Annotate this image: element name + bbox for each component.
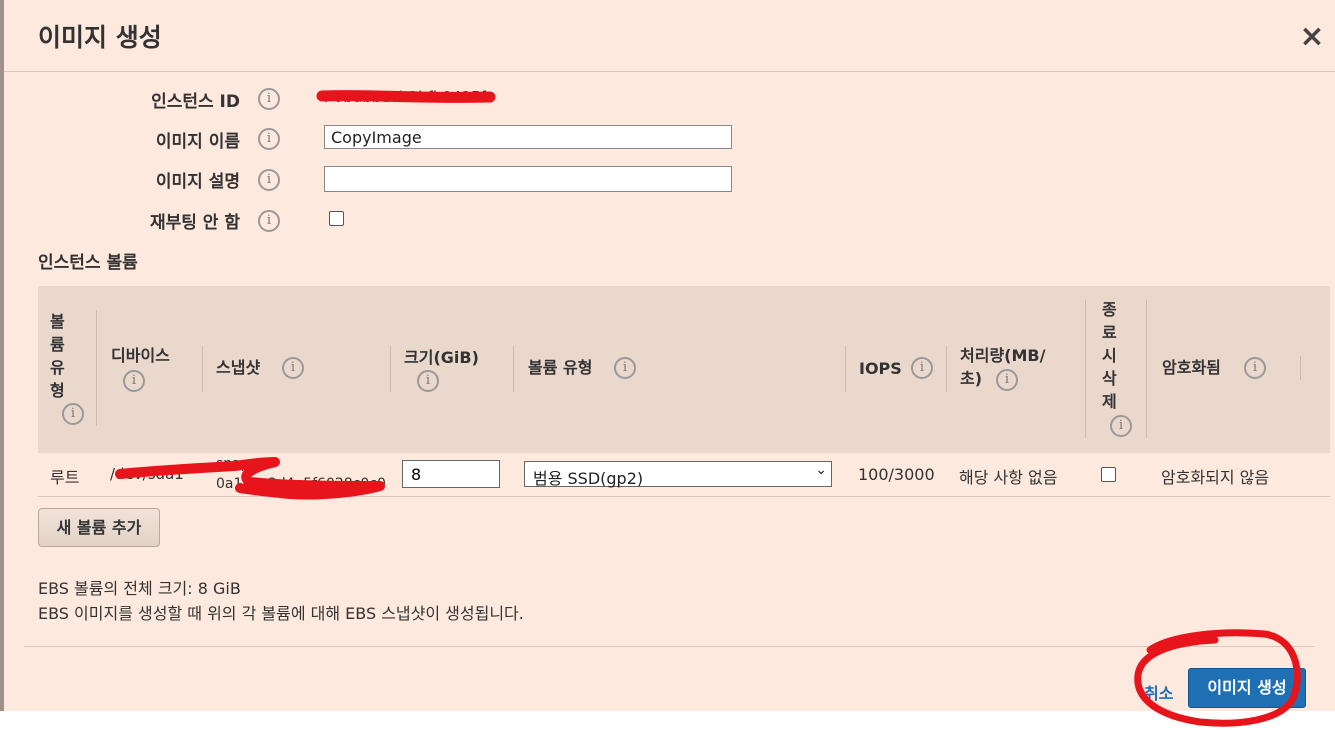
col-size: 크기(GiB): [404, 348, 479, 367]
col-encrypted: 암호화됨: [1162, 358, 1221, 377]
info-icon[interactable]: i: [996, 369, 1018, 391]
info-icon[interactable]: i: [258, 210, 280, 232]
instance-id-label: 인스턴스 ID: [151, 92, 240, 112]
image-name-input[interactable]: [324, 125, 732, 149]
instance-volumes-title: 인스턴스 볼륨: [38, 253, 138, 273]
col-snapshot: 스냅샷: [216, 358, 261, 377]
col-volume-kind: 볼륨 유형: [528, 358, 593, 377]
col-device: 디바이스: [111, 346, 170, 365]
image-description-label: 이미지 설명: [155, 172, 240, 192]
info-icon[interactable]: i: [417, 370, 439, 392]
instance-id-value: i-0bdbbc0b1bfb9425f: [324, 88, 486, 106]
no-reboot-checkbox[interactable]: [329, 211, 344, 226]
info-icon[interactable]: i: [62, 403, 84, 425]
no-reboot-label: 재부팅 안 함: [149, 213, 240, 233]
col-delete-on-termination: 종 료 시 삭 제: [1102, 300, 1117, 411]
snapshot-line2: 0a1b2c3d4e5f6028c0c0: [216, 476, 386, 492]
cell-device: /dev/sda1: [110, 465, 184, 483]
cell-snapshot[interactable]: snap- 0a1b2c3d4e5f6028c0c0: [216, 454, 386, 494]
info-icon[interactable]: i: [1244, 357, 1266, 379]
chevron-down-icon: ⌄: [815, 462, 827, 478]
info-icon[interactable]: i: [282, 357, 304, 379]
dialog-title: 이미지 생성: [38, 23, 162, 52]
info-icon[interactable]: i: [1110, 415, 1132, 437]
col-iops: IOPS: [859, 359, 902, 378]
cell-iops: 100/3000: [858, 465, 935, 484]
cell-volume-type: 루트: [50, 468, 80, 487]
image-name-label: 이미지 이름: [155, 132, 240, 152]
volume-type-select[interactable]: 범용 SSD(gp2) ⌄: [524, 461, 832, 488]
dialog-header: 이미지 생성 ×: [4, 0, 1335, 72]
cell-throughput: 해당 사항 없음: [959, 468, 1058, 487]
create-image-dialog: 이미지 생성 × 인스턴스 ID i i-0bdbbc0b1bfb9425f 이…: [0, 0, 1335, 711]
size-input[interactable]: [402, 460, 500, 488]
info-icon[interactable]: i: [258, 128, 280, 150]
col-volume-type: 볼 륨 유 형: [50, 312, 65, 400]
info-icon[interactable]: i: [258, 88, 280, 110]
info-icon[interactable]: i: [258, 169, 280, 191]
snapshot-note-text: EBS 이미지를 생성할 때 위의 각 볼륨에 대해 EBS 스냅샷이 생성됩니…: [38, 604, 524, 623]
cell-encrypted: 암호화되지 않음: [1161, 468, 1270, 487]
info-icon[interactable]: i: [911, 357, 933, 379]
info-icon[interactable]: i: [614, 357, 636, 379]
delete-on-termination-checkbox[interactable]: [1101, 467, 1116, 482]
snapshot-line1: snap-: [216, 456, 255, 472]
cancel-link[interactable]: 취소: [1144, 680, 1173, 704]
create-image-button[interactable]: 이미지 생성: [1188, 668, 1306, 708]
info-icon[interactable]: i: [123, 370, 145, 392]
image-description-input[interactable]: [324, 166, 732, 192]
total-size-text: EBS 볼륨의 전체 크기: 8 GiB: [38, 579, 241, 598]
volume-type-selected: 범용 SSD(gp2): [533, 469, 644, 488]
volumes-table-header: 볼 륨 유 형 i 디바이스 i 스냅샷 i 크기(GiB) i 볼륨 유형 i…: [38, 286, 1330, 453]
close-icon[interactable]: ×: [1297, 22, 1327, 52]
add-volume-button[interactable]: 새 볼륨 추가: [38, 508, 160, 547]
